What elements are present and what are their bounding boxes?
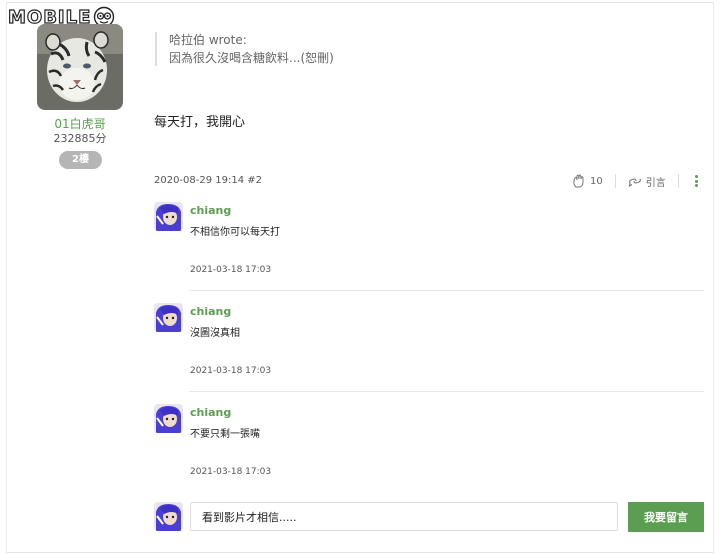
frame-right-border <box>713 2 714 553</box>
quote-text: 因為很久沒喝含糖飲料...(恕刪) <box>169 51 334 65</box>
floor-badge: 2樓 <box>59 151 102 169</box>
like-count: 10 <box>590 175 603 187</box>
commenter-avatar-image <box>154 303 183 332</box>
comment-text: 不要只剩一張嘴 <box>190 429 260 440</box>
like-button[interactable]: 10 <box>572 174 603 188</box>
quote-link-icon <box>628 178 641 188</box>
action-separator <box>677 174 679 188</box>
clap-hand-icon <box>573 174 584 188</box>
commenter-avatar[interactable] <box>154 303 183 332</box>
more-options-icon[interactable] <box>691 175 703 187</box>
commenter-avatar-image <box>154 202 183 231</box>
current-user-avatar <box>154 502 183 531</box>
commenter-avatar[interactable] <box>154 404 183 433</box>
commenter-name[interactable]: chiang <box>190 305 231 318</box>
post-actions: 10 引言 <box>572 172 703 190</box>
reply-input[interactable] <box>190 502 618 531</box>
author-avatar[interactable] <box>37 24 123 110</box>
frame-top-border <box>6 2 714 3</box>
comment-text: 沒圖沒真相 <box>190 328 240 339</box>
quote-label: 引言 <box>645 177 666 189</box>
commenter-name[interactable]: chiang <box>190 406 231 419</box>
frame-bottom-border <box>6 552 714 553</box>
comment-time: 2021-03-18 17:03 <box>190 265 272 275</box>
quote-button[interactable]: 引言 <box>628 174 666 189</box>
quote-author: 哈拉伯 wrote: <box>169 33 247 47</box>
tiger-avatar-image <box>37 24 123 110</box>
author-score: 232885分 <box>53 132 107 145</box>
comment-divider <box>189 391 704 392</box>
comment-text: 不相信你可以每天打 <box>190 227 280 238</box>
commenter-name[interactable]: chiang <box>190 204 231 217</box>
action-separator <box>614 174 616 188</box>
commenter-avatar-image <box>154 404 183 433</box>
quote-block: 哈拉伯 wrote: 因為很久沒喝含糖飲料...(恕刪) <box>155 32 334 66</box>
current-user-avatar-image <box>154 502 183 531</box>
comment-time: 2021-03-18 17:03 <box>190 366 272 376</box>
frame-left-border <box>6 2 7 553</box>
comment-time: 2021-03-18 17:03 <box>190 467 272 477</box>
post-body: 每天打，我開心 <box>154 115 246 130</box>
submit-comment-button[interactable]: 我要留言 <box>628 502 704 532</box>
post-meta: 2020-08-29 19:14 #2 <box>154 175 263 186</box>
commenter-avatar[interactable] <box>154 202 183 231</box>
comment-divider <box>189 290 704 291</box>
